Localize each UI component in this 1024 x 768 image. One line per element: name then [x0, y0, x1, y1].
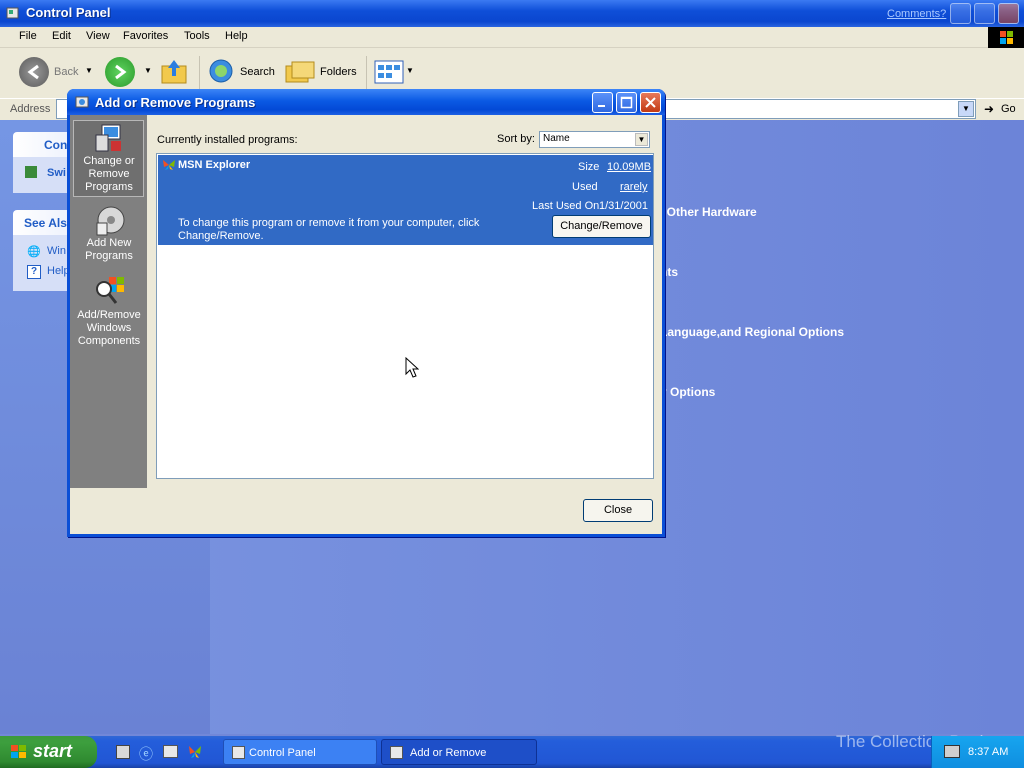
mouse-cursor-icon	[405, 356, 420, 382]
program-row-selected[interactable]: MSN Explorer Size 10.09MB Used rarely La…	[158, 155, 653, 245]
add-remove-programs-dialog: Add or Remove Programs Change or Remove …	[67, 89, 665, 537]
side-item-windows-components[interactable]: Add/Remove Windows Components	[74, 275, 144, 348]
menu-favorites[interactable]: Favorites	[123, 30, 168, 42]
program-description: To change this program or remove it from…	[178, 217, 480, 242]
used-label: Used	[572, 181, 598, 193]
side-item-label: Add New Programs	[85, 237, 133, 262]
msn-butterfly-icon	[162, 159, 176, 174]
start-button[interactable]: start	[0, 736, 97, 768]
category-options[interactable]: y Options	[660, 385, 715, 399]
minimize-button[interactable]	[950, 3, 971, 24]
task-label: Control Panel	[249, 747, 316, 759]
address-label: Address	[10, 103, 51, 115]
folders-icon[interactable]	[284, 58, 316, 89]
control-panel-title-bar: Control Panel Comments?	[0, 0, 1024, 27]
windows-update-icon: 🌐	[27, 246, 41, 258]
start-label: start	[33, 741, 73, 761]
up-folder-icon[interactable]	[160, 58, 190, 89]
windows-flag-icon	[10, 744, 28, 765]
control-panel-icon	[232, 746, 245, 759]
forward-dropdown-icon[interactable]: ▼	[144, 66, 152, 75]
comments-link[interactable]: Comments?	[887, 8, 946, 20]
dialog-maximize-button[interactable]	[616, 92, 637, 113]
help-icon: ?	[27, 265, 41, 279]
back-dropdown-icon[interactable]: ▼	[85, 66, 93, 75]
side-item-label: Add/Remove Windows Components	[77, 309, 141, 347]
go-arrow-icon[interactable]: ➜	[984, 102, 994, 116]
window-title: Control Panel	[26, 5, 111, 20]
go-button[interactable]: Go	[1001, 103, 1016, 115]
internet-explorer-icon[interactable]: ⓔ	[139, 744, 153, 764]
show-desktop-icon[interactable]	[116, 745, 130, 759]
add-new-programs-icon	[74, 205, 144, 237]
forward-arrow-icon[interactable]	[105, 57, 135, 87]
sort-by-value: Name	[543, 133, 570, 144]
last-used-label: Last Used On	[532, 200, 600, 212]
last-used-value: 1/31/2001	[599, 200, 648, 212]
sort-by-label: Sort by:	[497, 133, 535, 145]
installed-programs-label: Currently installed programs:	[157, 134, 298, 146]
restore-button[interactable]	[974, 3, 995, 24]
side-item-label: Change or Remove Programs	[83, 155, 135, 193]
menu-tools[interactable]: Tools	[184, 30, 210, 42]
msn-quicklaunch-icon[interactable]	[188, 745, 202, 762]
menu-edit[interactable]: Edit	[52, 30, 71, 42]
size-label: Size	[578, 161, 600, 173]
views-dropdown-icon[interactable]: ▼	[406, 66, 414, 75]
search-icon[interactable]	[207, 57, 239, 92]
change-remove-button[interactable]: Change/Remove	[552, 215, 651, 238]
program-name: MSN Explorer	[178, 159, 251, 171]
used-value[interactable]: rarely	[620, 181, 648, 193]
close-button[interactable]: Close	[583, 499, 653, 522]
see-also-header[interactable]: See Als	[24, 216, 67, 230]
menu-file[interactable]: File	[19, 30, 37, 42]
search-label[interactable]: Search	[240, 66, 275, 78]
switch-view-link[interactable]: Swi	[47, 167, 66, 179]
taskbar-item-control-panel[interactable]: Control Panel	[223, 739, 377, 765]
windows-logo-icon	[988, 27, 1024, 48]
switch-view-icon	[25, 166, 37, 178]
chevron-down-icon[interactable]: ▼	[635, 133, 648, 146]
dialog-body: Change or Remove Programs Add New Progra…	[70, 115, 662, 534]
change-remove-programs-icon	[74, 123, 144, 155]
add-remove-programs-icon	[74, 94, 90, 113]
side-item-add-new[interactable]: Add New Programs	[74, 205, 144, 263]
side-item-change-remove[interactable]: Change or Remove Programs	[74, 123, 144, 194]
dialog-title: Add or Remove Programs	[95, 95, 256, 110]
address-dropdown-icon[interactable]: ▼	[958, 101, 974, 117]
clock[interactable]: 8:37 AM	[968, 746, 1008, 758]
menu-bar: File Edit View Favorites Tools Help	[0, 27, 1024, 48]
windows-components-icon	[74, 275, 144, 309]
close-window-button[interactable]	[998, 3, 1019, 24]
views-icon[interactable]	[374, 59, 406, 88]
back-arrow-icon[interactable]	[19, 57, 49, 87]
task-label: Add or Remove Programs	[410, 747, 487, 759]
back-label[interactable]: Back	[54, 66, 78, 78]
dialog-title-bar: Add or Remove Programs	[67, 89, 665, 115]
control-panel-icon	[6, 6, 20, 20]
size-value[interactable]: 10.09MB	[607, 161, 651, 173]
category-regional[interactable]: Language,and Regional Options	[660, 325, 844, 339]
category-hardware[interactable]: l Other Hardware	[660, 205, 757, 219]
dialog-close-x-button[interactable]	[640, 92, 661, 113]
windows-update-link[interactable]: Win	[47, 245, 66, 257]
installed-programs-list[interactable]: MSN Explorer Size 10.09MB Used rarely La…	[156, 153, 654, 479]
menu-help[interactable]: Help	[225, 30, 248, 42]
taskbar-item-add-remove[interactable]: Add or Remove Programs	[381, 739, 537, 765]
outlook-icon[interactable]	[163, 745, 178, 758]
folders-label[interactable]: Folders	[320, 66, 357, 78]
menu-view[interactable]: View	[86, 30, 110, 42]
network-icon[interactable]	[944, 745, 960, 758]
system-tray: 8:37 AM	[931, 736, 1024, 768]
dialog-minimize-button[interactable]	[592, 92, 613, 113]
add-remove-programs-icon	[390, 746, 403, 759]
control-panel-panel-header[interactable]: Con	[44, 138, 67, 152]
sort-by-dropdown[interactable]: Name ▼	[539, 131, 650, 148]
dialog-sidebar: Change or Remove Programs Add New Progra…	[70, 115, 147, 488]
